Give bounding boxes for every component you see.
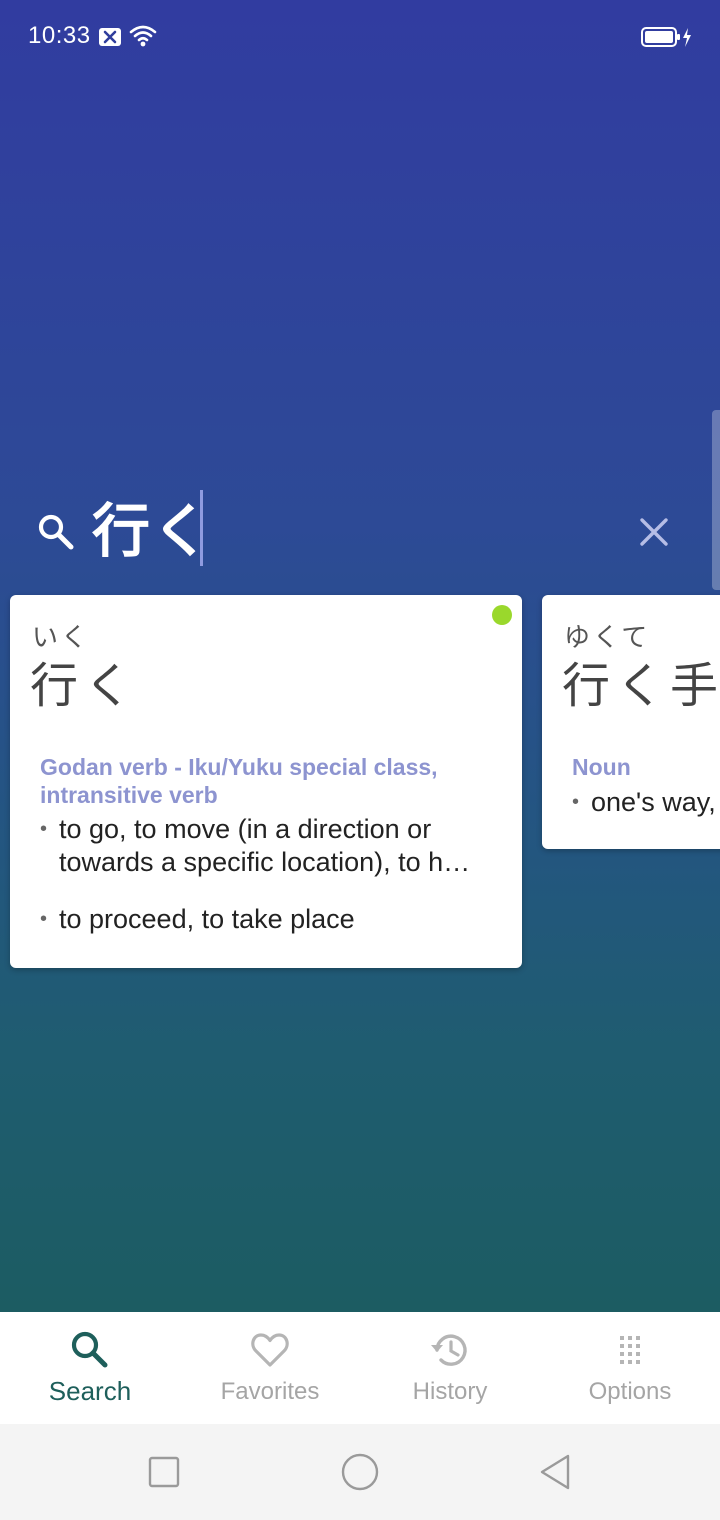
status-time: 10:33 — [28, 22, 91, 49]
nav-label: Favorites — [220, 1378, 320, 1405]
grid-dots-icon — [620, 1336, 640, 1364]
notification-icon — [98, 27, 122, 47]
back-button[interactable] — [536, 1452, 576, 1492]
sense-gloss: to proceed, to take place — [59, 904, 355, 934]
sense-item: • to go, to move (in a direction or towa… — [40, 813, 499, 879]
nav-label: Options — [588, 1378, 672, 1405]
square-icon — [148, 1456, 180, 1488]
new-entry-indicator — [492, 605, 512, 625]
circle-icon — [341, 1453, 379, 1491]
nav-label: History — [412, 1378, 488, 1405]
headword: 行く手 — [562, 660, 720, 713]
sense-item: • to proceed, to take place — [40, 903, 499, 936]
result-card[interactable]: いく 行く Godan verb - Iku/Yuku special clas… — [10, 595, 522, 968]
history-icon — [431, 1334, 467, 1366]
headword: 行く — [30, 660, 139, 713]
search-input[interactable]: 行く — [92, 492, 212, 572]
nav-history[interactable]: History — [360, 1312, 540, 1424]
nav-search[interactable]: Search — [0, 1312, 180, 1424]
sense-item: • one's way, — [572, 786, 720, 819]
bullet: • — [40, 818, 48, 840]
search-bar: 行く — [0, 480, 720, 580]
bullet: • — [40, 908, 48, 930]
part-of-speech: Noun — [572, 754, 631, 780]
status-bar: 10:33 — [0, 0, 720, 74]
part-of-speech: Godan verb - Iku/Yuku special class, int… — [40, 754, 438, 808]
bottom-navigation: Search Favorites History Options — [0, 1312, 720, 1424]
nav-options[interactable]: Options — [540, 1312, 720, 1424]
search-icon — [71, 1331, 108, 1368]
reading: ゆくて — [564, 622, 651, 652]
search-icon — [36, 512, 76, 552]
nav-favorites[interactable]: Favorites — [180, 1312, 360, 1424]
reading: いく — [32, 622, 91, 652]
home-button[interactable] — [340, 1452, 380, 1492]
wifi-icon — [129, 24, 157, 48]
bullet: • — [572, 791, 580, 813]
sense-gloss: one's way, — [591, 787, 716, 817]
close-icon — [640, 518, 668, 546]
text-cursor — [200, 490, 203, 566]
clear-search-button[interactable] — [632, 510, 676, 554]
recents-button[interactable] — [144, 1452, 184, 1492]
system-navigation-bar — [0, 1424, 720, 1520]
battery-charging-icon — [640, 25, 694, 49]
back-triangle-icon — [540, 1454, 570, 1490]
sense-gloss: to go, to move (in a direction or toward… — [59, 814, 471, 877]
result-card[interactable]: ゆくて 行く手 Noun • one's way, — [542, 595, 720, 849]
nav-label: Search — [48, 1376, 132, 1406]
app-screen: 10:33 行く いく 行く Godan verb - Iku/Yuku spe… — [0, 0, 720, 1312]
heart-icon — [251, 1333, 289, 1367]
